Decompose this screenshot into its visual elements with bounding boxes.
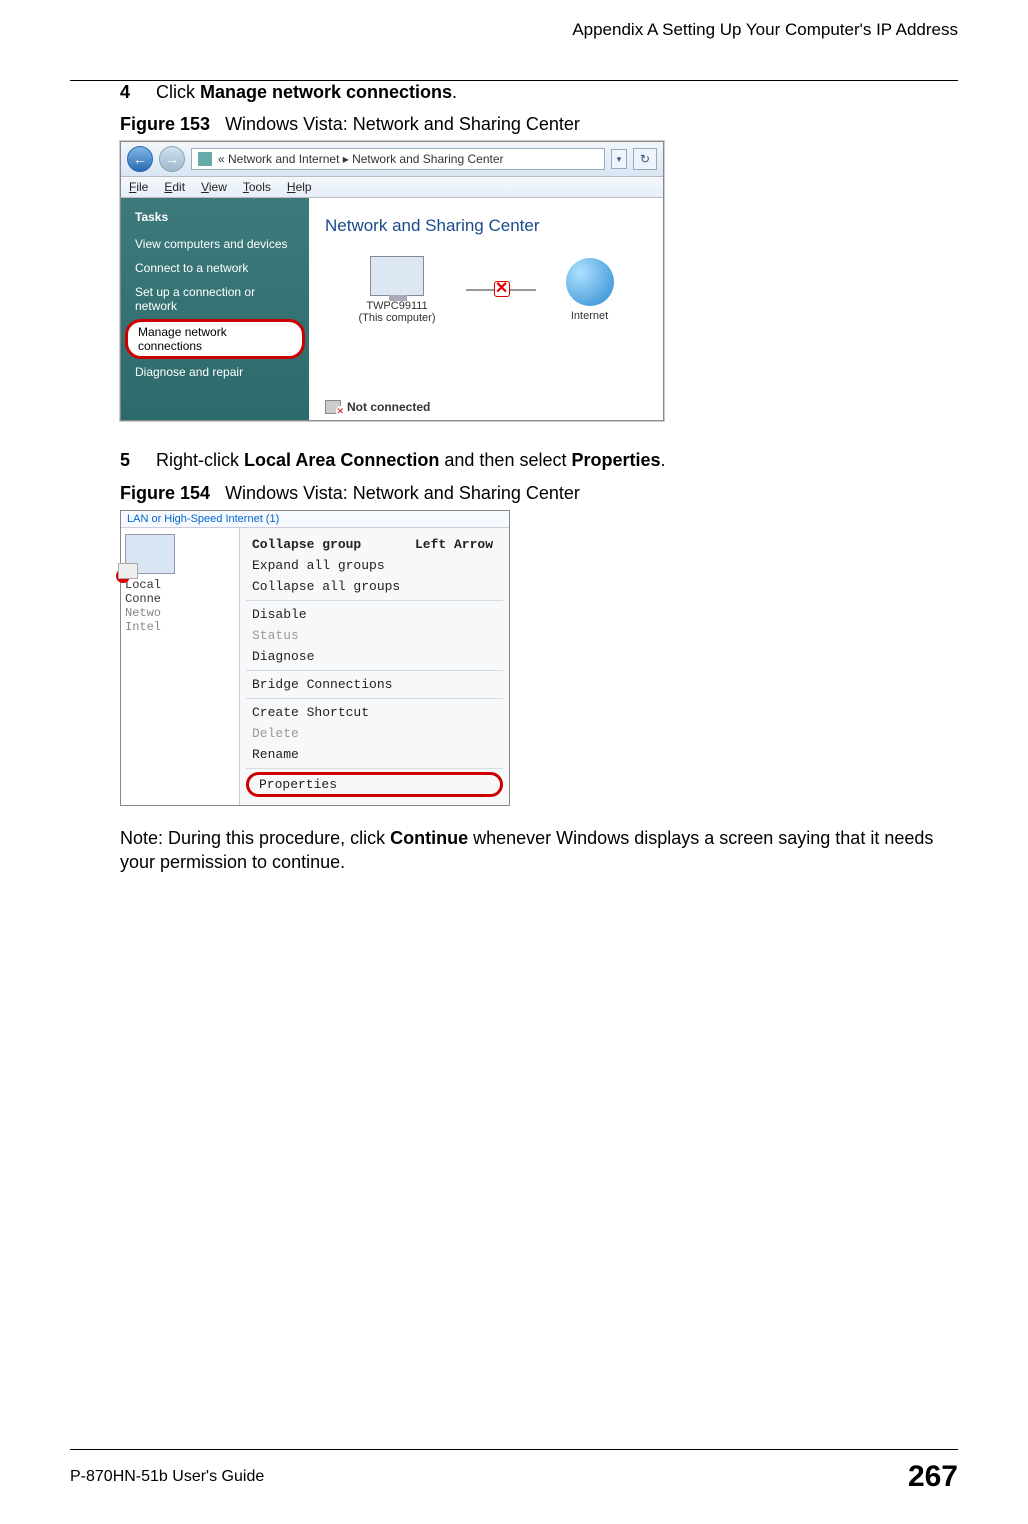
header-appendix: Appendix A Setting Up Your Computer's IP… <box>70 20 958 40</box>
refresh-button[interactable]: ↻ <box>633 148 657 170</box>
ctx-sep-1 <box>246 600 503 601</box>
status-icon <box>325 400 341 414</box>
node-this-computer-sub: (This computer) <box>358 312 435 324</box>
figure-154-label: Figure 154 <box>120 483 210 503</box>
figure-154-window: LAN or High-Speed Internet (1) ✕ Local C… <box>120 510 510 806</box>
footer-rule <box>70 1449 958 1450</box>
ctx-collapse-group[interactable]: Collapse group Left Arrow <box>240 534 509 555</box>
node-this-computer-name: TWPC99111 <box>358 300 435 312</box>
globe-icon <box>566 258 614 306</box>
ctx-status: Status <box>240 625 509 646</box>
step-4-num: 4 <box>120 81 138 104</box>
ctx-collapse-group-label: Collapse group <box>252 537 361 552</box>
task-setup-connection[interactable]: Set up a connection or network <box>121 280 309 318</box>
step-5-bold1: Local Area Connection <box>244 450 439 470</box>
figure-153-window: ← → « Network and Internet ▸ Network and… <box>120 141 664 421</box>
lan-disconnected-icon: ✕ <box>116 569 130 583</box>
win2-group-header: LAN or High-Speed Internet (1) <box>121 511 509 528</box>
tasks-sidebar: Tasks View computers and devices Connect… <box>121 198 309 420</box>
step-5: 5 Right-click Local Area Connection and … <box>120 449 958 472</box>
footer-guide-name: P-870HN-51b User's Guide <box>70 1468 264 1486</box>
ctx-expand-all[interactable]: Expand all groups <box>240 555 509 576</box>
win1-main-title: Network and Sharing Center <box>325 216 647 236</box>
note-prefix: Note: During this procedure, click <box>120 828 390 848</box>
win1-menu: File Edit View Tools Help <box>121 177 663 198</box>
step-5-text: Right-click Local Area Connection and th… <box>156 449 666 472</box>
menu-tools[interactable]: Tools <box>243 180 271 194</box>
figure-153-title: Windows Vista: Network and Sharing Cente… <box>225 114 580 134</box>
step-4-text: Click Manage network connections. <box>156 81 457 104</box>
ctx-collapse-group-shortcut: Left Arrow <box>415 537 493 552</box>
context-menu: Collapse group Left Arrow Expand all gro… <box>239 528 509 805</box>
figure-153-caption: Figure 153 Windows Vista: Network and Sh… <box>120 114 958 135</box>
page-footer: P-870HN-51b User's Guide 267 <box>70 1449 958 1494</box>
status-text: Not connected <box>347 400 430 414</box>
menu-view[interactable]: View <box>201 180 227 194</box>
lan-label-3: Netwo <box>125 606 235 620</box>
lan-label-1: Local <box>125 578 235 592</box>
ctx-disable[interactable]: Disable <box>240 604 509 625</box>
task-manage-connections[interactable]: Manage network connections <box>125 319 305 359</box>
breadcrumb: « Network and Internet ▸ Network and Sha… <box>218 152 504 166</box>
win1-main: Network and Sharing Center TWPC99111 (Th… <box>309 198 663 420</box>
node-internet: Internet <box>566 258 614 322</box>
address-icon <box>198 152 212 166</box>
ctx-sep-4 <box>246 768 503 769</box>
net-connection-line: ✕ <box>466 289 536 291</box>
ctx-sep-3 <box>246 698 503 699</box>
note-bold: Continue <box>390 828 468 848</box>
connection-status: Not connected <box>325 400 430 414</box>
task-connect-network[interactable]: Connect to a network <box>121 256 309 280</box>
task-view-computers[interactable]: View computers and devices <box>121 232 309 256</box>
ctx-properties[interactable]: Properties <box>246 772 503 797</box>
win2-body: ✕ Local Conne Netwo Intel Collapse group… <box>121 528 509 805</box>
step-4-bold: Manage network connections <box>200 82 452 102</box>
disconnected-icon: ✕ <box>494 281 510 297</box>
figure-154-caption: Figure 154 Windows Vista: Network and Sh… <box>120 483 958 504</box>
lan-label-4: Intel <box>125 620 235 634</box>
lan-icon: ✕ <box>125 534 175 574</box>
address-dropdown[interactable]: ▾ <box>611 149 627 169</box>
step-4-pre: Click <box>156 82 200 102</box>
ctx-sep-2 <box>246 670 503 671</box>
menu-edit[interactable]: Edit <box>164 180 185 194</box>
node-internet-label: Internet <box>566 310 614 322</box>
step-4: 4 Click Manage network connections. <box>120 81 958 104</box>
step-5-num: 5 <box>120 449 138 472</box>
address-bar[interactable]: « Network and Internet ▸ Network and Sha… <box>191 148 605 170</box>
task-diagnose-repair[interactable]: Diagnose and repair <box>121 360 309 384</box>
step-5-post: . <box>661 450 666 470</box>
ctx-diagnose[interactable]: Diagnose <box>240 646 509 667</box>
figure-153-label: Figure 153 <box>120 114 210 134</box>
footer-page-number: 267 <box>908 1460 958 1494</box>
node-this-computer: TWPC99111 (This computer) <box>358 256 435 324</box>
ctx-create-shortcut[interactable]: Create Shortcut <box>240 702 509 723</box>
menu-file[interactable]: File <box>129 180 148 194</box>
menu-help[interactable]: Help <box>287 180 312 194</box>
ctx-bridge[interactable]: Bridge Connections <box>240 674 509 695</box>
back-button[interactable]: ← <box>127 146 153 172</box>
step-5-bold2: Properties <box>571 450 660 470</box>
ctx-rename[interactable]: Rename <box>240 744 509 765</box>
step-5-pre: Right-click <box>156 450 244 470</box>
figure-154-title: Windows Vista: Network and Sharing Cente… <box>225 483 580 503</box>
tasks-header: Tasks <box>121 208 309 232</box>
win1-titlebar: ← → « Network and Internet ▸ Network and… <box>121 142 663 177</box>
monitor-icon <box>370 256 424 296</box>
lan-connection-item[interactable]: ✕ Local Conne Netwo Intel <box>121 528 239 805</box>
step-4-post: . <box>452 82 457 102</box>
note-text: Note: During this procedure, click Conti… <box>120 826 958 875</box>
lan-label-2: Conne <box>125 592 235 606</box>
ctx-delete: Delete <box>240 723 509 744</box>
ctx-collapse-all[interactable]: Collapse all groups <box>240 576 509 597</box>
win1-body: Tasks View computers and devices Connect… <box>121 198 663 420</box>
network-diagram: TWPC99111 (This computer) ✕ Internet <box>325 256 647 324</box>
step-5-mid: and then select <box>439 450 571 470</box>
forward-button[interactable]: → <box>159 146 185 172</box>
